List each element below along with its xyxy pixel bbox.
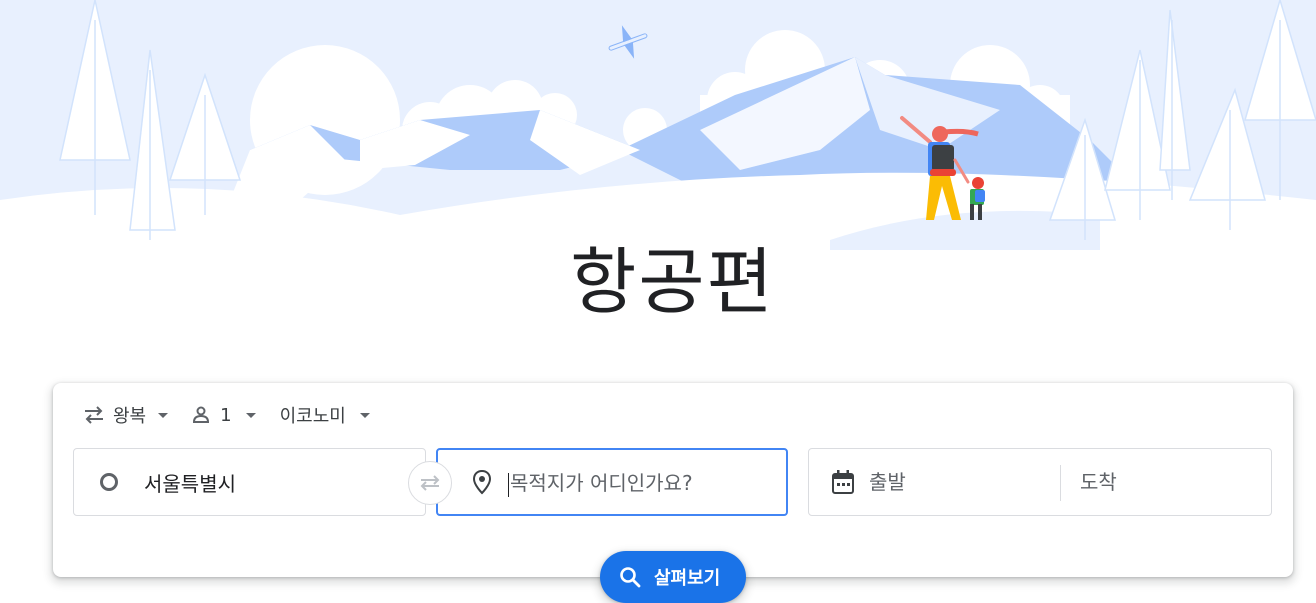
origin-field[interactable]: 서울특별시 [73, 448, 426, 516]
calendar-icon [831, 469, 855, 495]
trip-type-label: 왕복 [113, 406, 147, 427]
destination-input-wrap: 목적지가 어디인가요? [508, 467, 693, 497]
trip-type-dropdown[interactable]: 왕복 [73, 397, 180, 433]
caret-down-icon [245, 412, 256, 418]
destination-placeholder: 목적지가 어디인가요? [510, 471, 693, 496]
text-cursor [508, 472, 509, 497]
location-pin-icon [472, 469, 492, 495]
cabin-class-label: 이코노미 [279, 406, 346, 427]
explore-label: 살펴보기 [654, 568, 721, 589]
date-divider [1060, 465, 1061, 501]
swap-origin-destination-button[interactable] [408, 461, 452, 505]
destination-field[interactable]: 목적지가 어디인가요? [436, 448, 788, 516]
page-title: 항공편 [570, 240, 775, 324]
explore-button[interactable]: 살펴보기 [600, 551, 746, 603]
depart-date-input[interactable]: 출발 [869, 449, 906, 515]
passengers-dropdown[interactable]: 1 [180, 397, 267, 433]
dates-field: 출발 도착 [808, 448, 1272, 516]
circle-outline-icon [100, 473, 118, 491]
origin-value: 서울특별시 [144, 471, 236, 496]
caret-down-icon [359, 412, 370, 418]
search-icon [618, 565, 642, 589]
flight-search-card: 왕복 1 이코노미 서울특별시 목적지가 어디인가요? 출발 도착 살펴보기 [53, 383, 1293, 603]
hero-illustration [0, 0, 1316, 250]
swap-arrows-icon [418, 472, 442, 494]
caret-down-icon [158, 412, 169, 418]
swap-horiz-icon [83, 405, 105, 425]
return-date-input[interactable]: 도착 [1080, 449, 1117, 515]
person-icon [192, 406, 210, 424]
cabin-class-dropdown[interactable]: 이코노미 [268, 397, 382, 433]
search-options-row: 왕복 1 이코노미 [73, 397, 382, 433]
passengers-count: 1 [220, 404, 232, 426]
